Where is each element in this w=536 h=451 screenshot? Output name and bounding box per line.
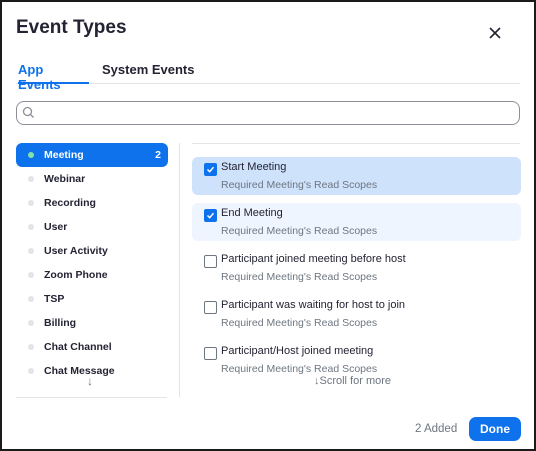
search-input[interactable] <box>39 104 513 122</box>
category-item-user-activity[interactable]: User Activity <box>16 239 168 263</box>
category-label: User <box>44 221 68 233</box>
event-tabs: App Events System Events <box>16 62 520 92</box>
event-checkbox[interactable] <box>204 301 217 314</box>
event-item-participant-joined-before-host[interactable]: Participant joined meeting before host R… <box>192 249 521 287</box>
event-item-participant-host-joined[interactable]: Participant/Host joined meeting Required… <box>192 341 521 379</box>
category-count: 2 <box>155 149 161 161</box>
event-name: Participant was waiting for host to join <box>221 299 406 311</box>
event-scope: Required Meeting's Read Scopes <box>221 271 378 283</box>
category-item-chat-channel[interactable]: Chat Channel <box>16 335 168 359</box>
category-label: Meeting <box>44 149 84 161</box>
tab-system-events[interactable]: System Events <box>102 62 195 82</box>
event-checkbox[interactable] <box>204 347 217 360</box>
done-button[interactable]: Done <box>469 417 521 441</box>
pane-divider <box>179 143 180 397</box>
close-button[interactable] <box>482 20 508 46</box>
added-count: 2 Added <box>415 423 458 435</box>
event-scope: Required Meeting's Read Scopes <box>221 225 378 237</box>
category-list: Meeting 2 Webinar Recording User User Ac… <box>16 143 168 383</box>
tab-app-events[interactable]: App Events <box>18 62 89 92</box>
events-divider <box>192 143 520 144</box>
category-item-recording[interactable]: Recording <box>16 191 168 215</box>
category-label: Chat Channel <box>44 341 112 353</box>
status-dot <box>28 272 34 278</box>
status-dot <box>28 248 34 254</box>
category-label: Billing <box>44 317 77 329</box>
close-icon <box>489 27 501 39</box>
category-list-divider <box>16 397 167 398</box>
category-item-zoom-phone[interactable]: Zoom Phone <box>16 263 168 287</box>
category-scroll-down-icon[interactable]: ↓ <box>87 374 93 388</box>
status-dot <box>28 224 34 230</box>
checkmark-icon <box>206 166 215 173</box>
category-item-tsp[interactable]: TSP <box>16 287 168 311</box>
status-dot <box>28 368 34 374</box>
category-label: User Activity <box>44 245 108 257</box>
category-label: Zoom Phone <box>44 269 108 281</box>
status-dot <box>28 152 34 158</box>
category-label: Webinar <box>44 173 86 185</box>
status-dot <box>28 344 34 350</box>
event-item-end-meeting[interactable]: End Meeting Required Meeting's Read Scop… <box>192 203 521 241</box>
event-scope: Required Meeting's Read Scopes <box>221 363 378 375</box>
status-dot <box>28 200 34 206</box>
search-icon <box>22 106 34 118</box>
category-item-meeting[interactable]: Meeting 2 <box>16 143 168 167</box>
event-list: Start Meeting Required Meeting's Read Sc… <box>192 157 521 387</box>
event-types-dialog: Event Types App Events System Events Mee… <box>0 0 536 451</box>
status-dot <box>28 296 34 302</box>
event-name: Participant joined meeting before host <box>221 253 406 265</box>
event-scope: Required Meeting's Read Scopes <box>221 317 378 329</box>
scroll-for-more-hint[interactable]: ↓Scroll for more <box>314 375 391 387</box>
category-item-billing[interactable]: Billing <box>16 311 168 335</box>
status-dot <box>28 320 34 326</box>
category-label: Chat Message <box>44 365 115 377</box>
event-name: Participant/Host joined meeting <box>221 345 374 357</box>
category-label: Recording <box>44 197 96 209</box>
event-checkbox[interactable] <box>204 163 217 176</box>
event-checkbox[interactable] <box>204 209 217 222</box>
dialog-title: Event Types <box>16 17 127 38</box>
status-dot <box>28 176 34 182</box>
category-item-user[interactable]: User <box>16 215 168 239</box>
checkmark-icon <box>206 212 215 219</box>
event-name: End Meeting <box>221 207 283 219</box>
category-label: TSP <box>44 293 65 305</box>
search-box[interactable] <box>16 101 520 125</box>
event-item-start-meeting[interactable]: Start Meeting Required Meeting's Read Sc… <box>192 157 521 195</box>
event-scope: Required Meeting's Read Scopes <box>221 179 378 191</box>
category-item-webinar[interactable]: Webinar <box>16 167 168 191</box>
event-item-participant-waiting-for-host[interactable]: Participant was waiting for host to join… <box>192 295 521 333</box>
event-name: Start Meeting <box>221 161 287 173</box>
event-checkbox[interactable] <box>204 255 217 268</box>
